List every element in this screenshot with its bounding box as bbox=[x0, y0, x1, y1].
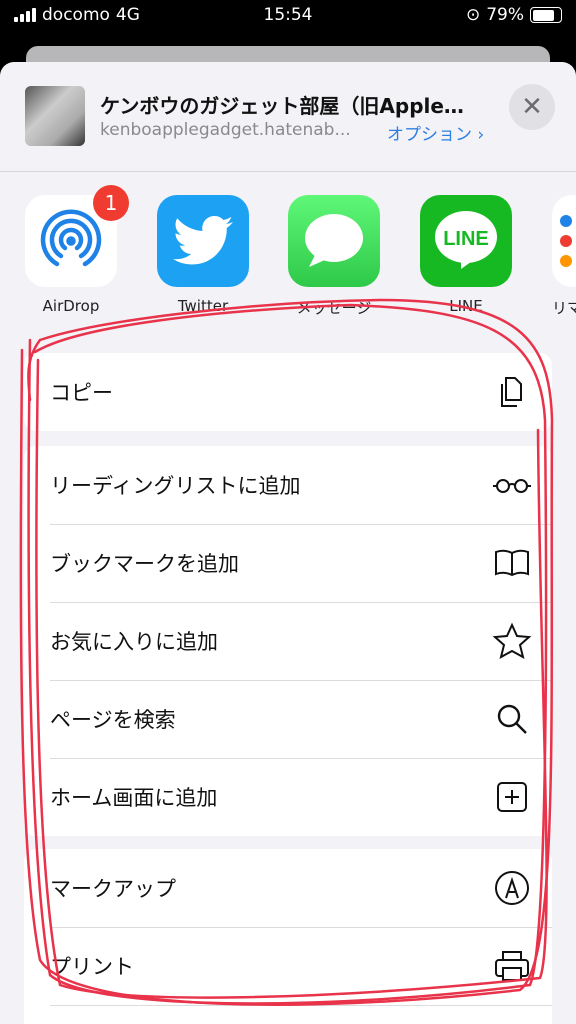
action-more[interactable] bbox=[24, 1005, 552, 1024]
svg-text:LINE: LINE bbox=[443, 228, 489, 250]
app-messages[interactable]: メッセージ bbox=[288, 195, 380, 318]
battery-percent: 79% bbox=[486, 5, 524, 25]
action-add-favorite[interactable]: お気に入りに追加 bbox=[24, 602, 552, 680]
action-find-on-page[interactable]: ページを検索 bbox=[24, 680, 552, 758]
share-sheet: ケンボウのガジェット部屋（旧Apple… kenboapplegadget.ha… bbox=[0, 62, 576, 1024]
close-button[interactable]: ✕ bbox=[509, 84, 555, 130]
app-label: AirDrop bbox=[42, 297, 100, 315]
action-reading-list[interactable]: リーディングリストに追加 bbox=[24, 446, 552, 524]
options-link[interactable]: オプション › bbox=[387, 120, 484, 145]
action-add-bookmark[interactable]: ブックマークを追加 bbox=[24, 524, 552, 602]
action-copy[interactable]: コピー bbox=[24, 353, 552, 431]
messages-icon bbox=[288, 195, 380, 287]
action-add-to-home[interactable]: ホーム画面に追加 bbox=[24, 758, 552, 836]
book-icon bbox=[495, 549, 529, 577]
share-header: ケンボウのガジェット部屋（旧Apple… kenboapplegadget.ha… bbox=[0, 62, 576, 172]
action-label: ページを検索 bbox=[50, 708, 176, 732]
app-airdrop[interactable]: 1 AirDrop bbox=[25, 185, 129, 315]
reminders-icon bbox=[552, 195, 576, 287]
action-label: プリント bbox=[50, 955, 134, 979]
page-thumbnail bbox=[25, 86, 85, 146]
airdrop-icon: 1 bbox=[25, 185, 129, 287]
notification-badge: 1 bbox=[93, 185, 129, 221]
action-print[interactable]: プリント bbox=[24, 927, 552, 1005]
action-group-3: マークアップ プリント bbox=[24, 849, 552, 1024]
action-label: リーディングリストに追加 bbox=[50, 474, 301, 498]
action-group-2: リーディングリストに追加 ブックマークを追加 お気に入りに追加 ページを検索 ホ… bbox=[24, 446, 552, 836]
app-label: LINE bbox=[449, 297, 483, 315]
page-url: kenboapplegadget.hatenab... bbox=[100, 120, 351, 140]
glasses-icon bbox=[493, 479, 531, 493]
search-icon bbox=[497, 704, 527, 734]
markup-icon bbox=[495, 871, 529, 905]
page-title: ケンボウのガジェット部屋（旧Apple… bbox=[100, 94, 464, 118]
action-label: マークアップ bbox=[50, 877, 176, 901]
star-icon bbox=[492, 622, 532, 659]
twitter-icon bbox=[157, 195, 249, 287]
app-reminders[interactable]: リマ bbox=[552, 195, 576, 318]
add-square-icon bbox=[497, 782, 527, 812]
app-label: Twitter bbox=[177, 297, 229, 315]
line-icon: LINE bbox=[420, 195, 512, 287]
app-label: リマ bbox=[552, 299, 576, 317]
action-label: コピー bbox=[50, 381, 113, 405]
action-group-1: コピー bbox=[24, 353, 552, 431]
battery-icon bbox=[530, 7, 562, 23]
copy-icon bbox=[501, 377, 522, 407]
action-markup[interactable]: マークアップ bbox=[24, 849, 552, 927]
rotation-lock-icon: ⊙ bbox=[465, 5, 481, 25]
app-twitter[interactable]: Twitter bbox=[157, 195, 249, 315]
action-label: ホーム画面に追加 bbox=[50, 786, 218, 810]
print-icon bbox=[495, 951, 529, 981]
app-line[interactable]: LINE LINE bbox=[420, 195, 512, 315]
app-row: 1 AirDrop Twitter メッセージ LINE LINE リマ bbox=[0, 185, 576, 325]
status-bar: docomo 4G 15:54 ⊙ 79% bbox=[0, 0, 576, 34]
action-label: ブックマークを追加 bbox=[50, 552, 239, 576]
action-label: お気に入りに追加 bbox=[50, 630, 218, 654]
app-label: メッセージ bbox=[296, 299, 372, 317]
